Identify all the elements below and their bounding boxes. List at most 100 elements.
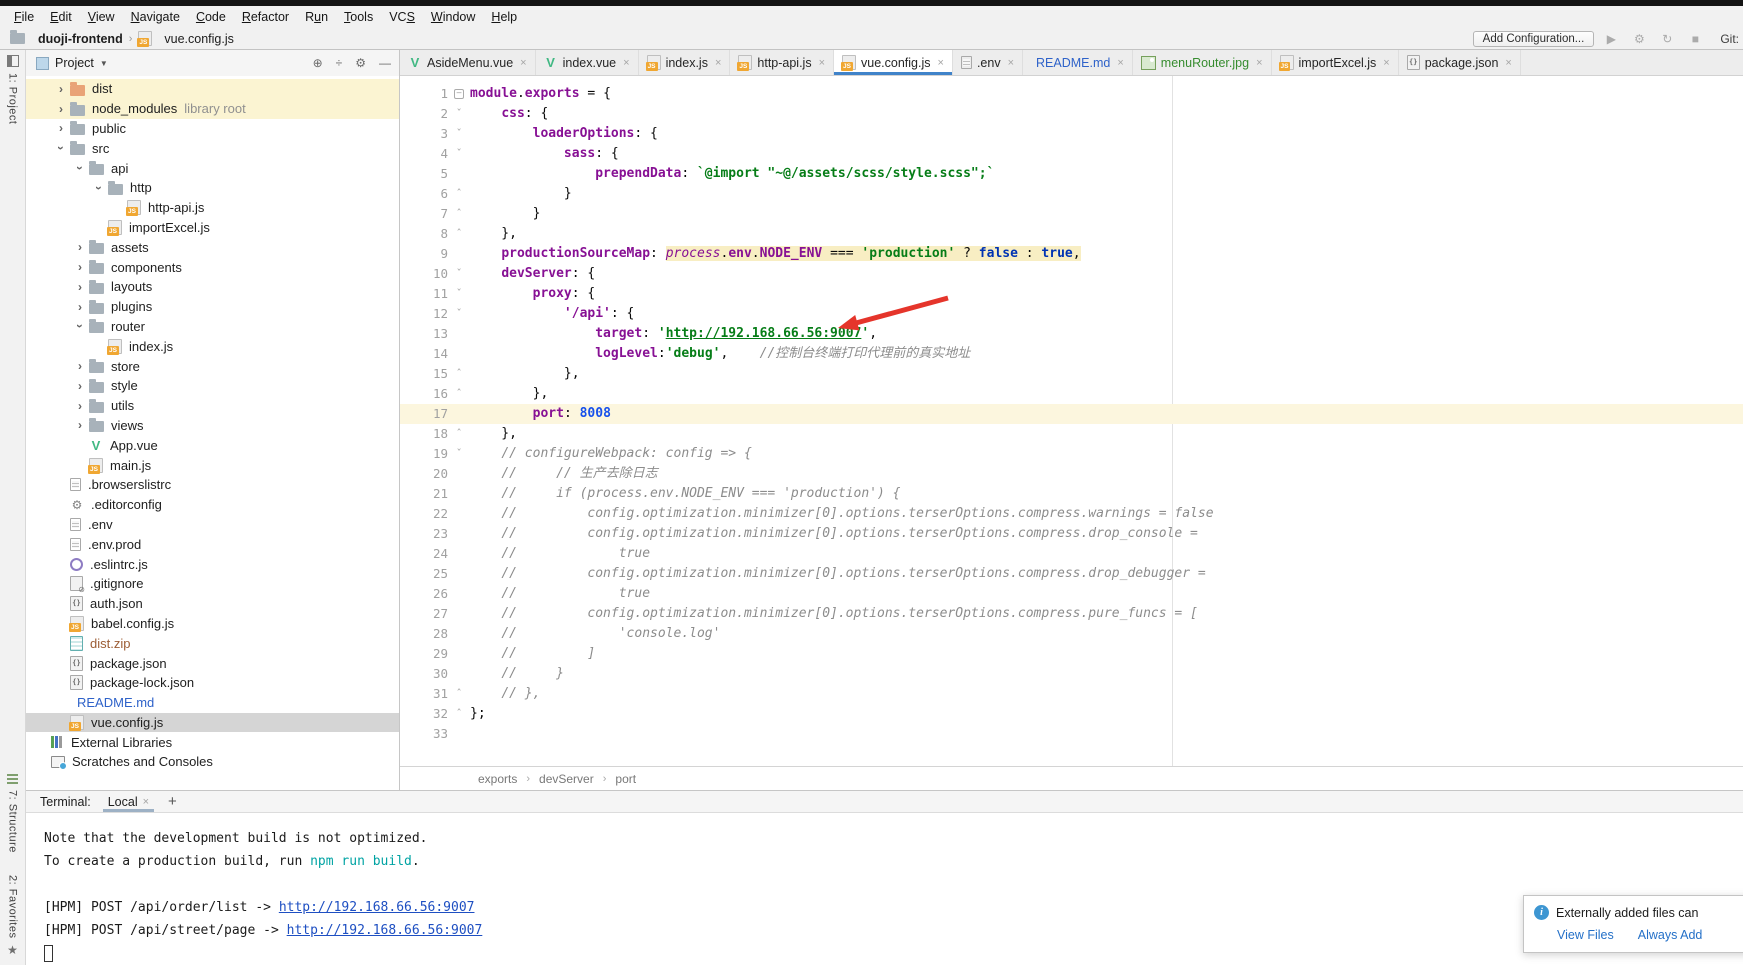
code-line-6[interactable]: 6ˆ } <box>400 184 1743 204</box>
tree-item[interactable]: README.md <box>26 693 399 713</box>
code-line-27[interactable]: 27 // config.optimization.minimizer[0].o… <box>400 604 1743 624</box>
tree-item[interactable]: .env <box>26 515 399 535</box>
menu-item-navigate[interactable]: Navigate <box>123 10 188 24</box>
tree-item[interactable]: index.js <box>26 336 399 356</box>
tree-item[interactable]: package.json <box>26 653 399 673</box>
tree-item[interactable]: dist.zip <box>26 633 399 653</box>
fold-marker-icon[interactable]: ˇ <box>448 104 470 124</box>
tree-item[interactable]: ›http <box>26 178 399 198</box>
tree-item[interactable]: ›utils <box>26 396 399 416</box>
fold-box-icon[interactable]: – <box>454 89 464 99</box>
fold-marker-icon[interactable]: ˇ <box>448 144 470 164</box>
tree-item[interactable]: .gitignore <box>26 574 399 594</box>
fold-marker-icon[interactable]: ˇ <box>448 284 470 304</box>
tree-item[interactable]: External Libraries <box>26 732 399 752</box>
breadcrumb-file[interactable]: vue.config.js <box>164 32 233 46</box>
project-view-icon[interactable] <box>36 57 49 70</box>
code-line-30[interactable]: 30 // } <box>400 664 1743 684</box>
chevron-expanded-icon[interactable]: › <box>73 317 87 335</box>
tree-item[interactable]: Scratches and Consoles <box>26 752 399 772</box>
tab-vue.config.js[interactable]: vue.config.js× <box>834 50 953 75</box>
tree-item[interactable]: auth.json <box>26 594 399 614</box>
menu-item-code[interactable]: Code <box>188 10 234 24</box>
tree-item[interactable]: ›public <box>26 119 399 139</box>
always-add-link[interactable]: Always Add <box>1638 928 1703 942</box>
fold-marker-icon[interactable]: ˇ <box>448 304 470 324</box>
tab-index.js[interactable]: index.js× <box>639 50 731 75</box>
menu-item-view[interactable]: View <box>80 10 123 24</box>
code-line-33[interactable]: 33 <box>400 724 1743 744</box>
tree-item[interactable]: ›store <box>26 356 399 376</box>
fold-marker-icon[interactable]: ˇ <box>448 444 470 464</box>
code-line-21[interactable]: 21 // if (process.env.NODE_ENV === 'prod… <box>400 484 1743 504</box>
terminal-label[interactable]: Terminal: <box>40 795 91 809</box>
tree-item[interactable]: ›node_moduleslibrary root <box>26 99 399 119</box>
code-line-16[interactable]: 16ˆ }, <box>400 384 1743 404</box>
close-icon[interactable]: × <box>1008 57 1014 69</box>
tree-item[interactable]: .eslintrc.js <box>26 554 399 574</box>
code-line-13[interactable]: 13 target: 'http://192.168.66.56:9007', <box>400 324 1743 344</box>
stop-icon[interactable]: ■ <box>1684 32 1706 46</box>
tree-item[interactable]: http-api.js <box>26 198 399 218</box>
code-line-25[interactable]: 25 // config.optimization.minimizer[0].o… <box>400 564 1743 584</box>
menu-item-file[interactable]: File <box>6 10 42 24</box>
chevron-collapsed-icon[interactable]: › <box>71 260 89 274</box>
tree-item[interactable]: ›assets <box>26 237 399 257</box>
tree-item[interactable]: ›dist <box>26 79 399 99</box>
tree-item[interactable]: ›views <box>26 416 399 436</box>
code-line-12[interactable]: 12ˇ '/api': { <box>400 304 1743 324</box>
breadcrumb-item[interactable]: exports <box>478 772 517 786</box>
chevron-collapsed-icon[interactable]: › <box>71 399 89 413</box>
close-icon[interactable]: × <box>1505 57 1511 69</box>
panel-settings-gear-icon[interactable]: ⚙ <box>355 56 366 70</box>
tree-item[interactable]: ›api <box>26 158 399 178</box>
menu-item-refactor[interactable]: Refactor <box>234 10 297 24</box>
close-icon[interactable]: × <box>1383 57 1389 69</box>
tool-strip-favorites-button[interactable]: 2: Favorites <box>7 875 19 938</box>
chevron-collapsed-icon[interactable]: › <box>71 418 89 432</box>
tree-item[interactable]: .browserslistrc <box>26 475 399 495</box>
fold-marker-icon[interactable]: ˆ <box>448 184 470 204</box>
close-icon[interactable]: × <box>623 57 629 69</box>
code-line-31[interactable]: 31ˆ // }, <box>400 684 1743 704</box>
locate-file-icon[interactable]: ⊕ <box>313 56 323 70</box>
fold-marker-icon[interactable]: ˆ <box>448 364 470 384</box>
tree-item[interactable]: .env.prod <box>26 534 399 554</box>
code-line-28[interactable]: 28 // 'console.log' <box>400 624 1743 644</box>
breadcrumb-item[interactable]: devServer <box>539 772 594 786</box>
fold-marker-icon[interactable]: ˆ <box>448 204 470 224</box>
chevron-collapsed-icon[interactable]: › <box>52 102 70 116</box>
fold-marker-icon[interactable]: ˆ <box>448 384 470 404</box>
terminal-cursor[interactable] <box>44 945 53 962</box>
fold-marker-icon[interactable]: ˇ <box>448 124 470 144</box>
code-line-15[interactable]: 15ˆ }, <box>400 364 1743 384</box>
add-configuration-button[interactable]: Add Configuration... <box>1473 31 1595 47</box>
project-panel-title[interactable]: Project <box>55 56 94 70</box>
tab-index.vue[interactable]: index.vue× <box>536 50 639 75</box>
close-icon[interactable]: × <box>715 57 721 69</box>
tree-item[interactable]: ›plugins <box>26 297 399 317</box>
breadcrumb-item[interactable]: port <box>615 772 636 786</box>
tree-item[interactable]: ›components <box>26 257 399 277</box>
tree-item[interactable]: ›style <box>26 376 399 396</box>
code-line-8[interactable]: 8ˆ }, <box>400 224 1743 244</box>
hide-panel-icon[interactable]: — <box>379 56 391 70</box>
close-icon[interactable]: × <box>819 57 825 69</box>
refresh-icon[interactable]: ↻ <box>1656 32 1678 46</box>
menu-item-window[interactable]: Window <box>423 10 483 24</box>
tree-item[interactable]: babel.config.js <box>26 614 399 634</box>
fold-marker-icon[interactable]: ˆ <box>448 224 470 244</box>
code-line-5[interactable]: 5 prependData: `@import "~@/assets/scss/… <box>400 164 1743 184</box>
code-line-32[interactable]: 32ˆ}; <box>400 704 1743 724</box>
tool-strip-structure-button[interactable]: 7: Structure <box>7 790 19 853</box>
fold-marker-icon[interactable]: ˆ <box>448 704 470 724</box>
tree-item[interactable]: ›src <box>26 138 399 158</box>
code-line-20[interactable]: 20 // // 生产去除日志 <box>400 464 1743 484</box>
favorites-star-icon[interactable]: ★ <box>7 943 18 957</box>
menu-item-vcs[interactable]: VCS <box>381 10 423 24</box>
menu-item-help[interactable]: Help <box>483 10 525 24</box>
terminal-output[interactable]: Note that the development build is not o… <box>26 813 1743 965</box>
tree-item[interactable]: ›router <box>26 317 399 337</box>
code-line-18[interactable]: 18ˆ }, <box>400 424 1743 444</box>
menu-item-edit[interactable]: Edit <box>42 10 80 24</box>
